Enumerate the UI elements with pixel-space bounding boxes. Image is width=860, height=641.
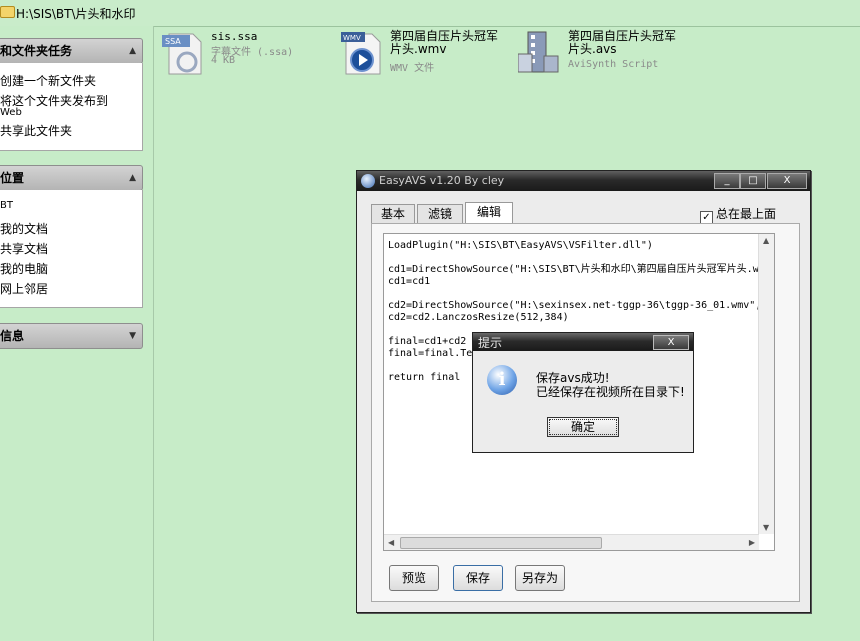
scroll-left-icon[interactable]: ◀ xyxy=(388,538,394,547)
file-type: WMV 文件 xyxy=(390,63,435,74)
window-title: EasyAVS v1.20 By cley xyxy=(379,174,505,187)
section-title: 和文件夹任务 xyxy=(0,44,73,58)
tab-filters[interactable]: 滤镜 xyxy=(417,204,463,224)
horizontal-scrollbar[interactable]: ◀ ▶ xyxy=(384,534,759,550)
chevron-up-icon[interactable]: ▲ xyxy=(129,166,136,190)
scroll-right-icon[interactable]: ▶ xyxy=(749,538,755,547)
place-my-documents[interactable]: 我的文档 xyxy=(0,220,48,237)
file-item-wmv[interactable]: WMV 第四届自压片头冠军 片头.wmv WMV 文件 xyxy=(340,30,510,80)
ok-button[interactable]: 确定 xyxy=(547,417,619,437)
folder-icon xyxy=(0,6,15,18)
file-type: AviSynth Script xyxy=(568,59,659,70)
maximize-button[interactable]: □ xyxy=(740,173,766,189)
scroll-thumb[interactable] xyxy=(400,537,602,549)
task-new-folder[interactable]: 创建一个新文件夹 xyxy=(0,72,96,89)
minimize-button[interactable]: _ xyxy=(714,173,740,189)
always-on-top-checkbox[interactable]: ✓ 总在最上面 xyxy=(700,205,776,224)
section-title: 位置 xyxy=(0,171,25,185)
tab-edit[interactable]: 编辑 xyxy=(465,202,513,224)
file-name: 第四届自压片头冠军 片头.wmv xyxy=(390,29,499,56)
address-bar[interactable]: H:\SIS\BT\片头和水印 xyxy=(0,0,860,27)
tab-basic[interactable]: 基本 xyxy=(371,204,415,224)
window-titlebar[interactable]: EasyAVS v1.20 By cley _ □ X xyxy=(357,171,810,191)
avs-file-icon xyxy=(518,31,559,73)
section-body-folder-tasks: 创建一个新文件夹 将这个文件夹发布到 Web 共享此文件夹 xyxy=(0,63,143,151)
svg-text:WMV: WMV xyxy=(343,34,361,42)
place-network[interactable]: 网上邻居 xyxy=(0,280,48,297)
place-shared-documents[interactable]: 共享文档 xyxy=(0,240,48,257)
address-path: H:\SIS\BT\片头和水印 xyxy=(16,7,136,21)
file-size: 4 KB xyxy=(211,55,236,66)
message-titlebar[interactable]: 提示 X xyxy=(473,333,693,351)
task-share-folder[interactable]: 共享此文件夹 xyxy=(0,122,72,139)
always-on-top-label: 总在最上面 xyxy=(716,207,777,221)
message-close-button[interactable]: X xyxy=(653,335,689,350)
message-line-2: 已经保存在视频所在目录下! xyxy=(536,385,685,399)
section-header-places[interactable]: 位置 ▲ xyxy=(0,165,143,191)
app-logo-icon xyxy=(361,174,375,188)
section-title: 信息 xyxy=(0,329,25,343)
preview-button[interactable]: 预览 xyxy=(389,565,439,591)
section-header-details[interactable]: 信息 ▼ xyxy=(0,323,143,349)
wmv-file-icon: WMV xyxy=(341,32,381,75)
chevron-up-icon[interactable]: ▲ xyxy=(129,39,136,63)
ssa-file-icon: SSA xyxy=(162,33,202,75)
chevron-down-icon[interactable]: ▼ xyxy=(129,324,136,348)
section-header-folder-tasks[interactable]: 和文件夹任务 ▲ xyxy=(0,38,143,64)
save-button[interactable]: 保存 xyxy=(453,565,503,591)
vertical-scrollbar[interactable]: ▲ ▼ xyxy=(758,234,774,534)
info-icon: i xyxy=(487,365,517,395)
file-item-avs[interactable]: 第四届自压片头冠军 片头.avs AviSynth Script xyxy=(518,30,698,80)
file-name: 第四届自压片头冠军 片头.avs xyxy=(568,29,677,56)
task-pane: 和文件夹任务 ▲ 创建一个新文件夹 将这个文件夹发布到 Web 共享此文件夹 位… xyxy=(0,26,154,641)
scroll-up-icon[interactable]: ▲ xyxy=(763,236,769,245)
task-publish-folder-web[interactable]: Web xyxy=(0,107,22,118)
file-name: sis.ssa xyxy=(211,30,258,43)
svg-text:SSA: SSA xyxy=(165,37,181,46)
section-body-places: BT 我的文档 共享文档 我的电脑 网上邻居 xyxy=(0,190,143,308)
place-bt[interactable]: BT xyxy=(0,200,13,211)
message-title: 提示 xyxy=(478,336,503,350)
place-my-computer[interactable]: 我的电脑 xyxy=(0,260,48,277)
scroll-down-icon[interactable]: ▼ xyxy=(763,523,769,532)
save-as-button[interactable]: 另存为 xyxy=(515,565,565,591)
close-button[interactable]: X xyxy=(767,173,807,189)
file-item-ssa[interactable]: SSA sis.ssa 字幕文件 (.ssa) 4 KB xyxy=(161,30,311,80)
message-box: 提示 X i 保存avs成功! 已经保存在视频所在目录下! 确定 xyxy=(472,332,694,453)
